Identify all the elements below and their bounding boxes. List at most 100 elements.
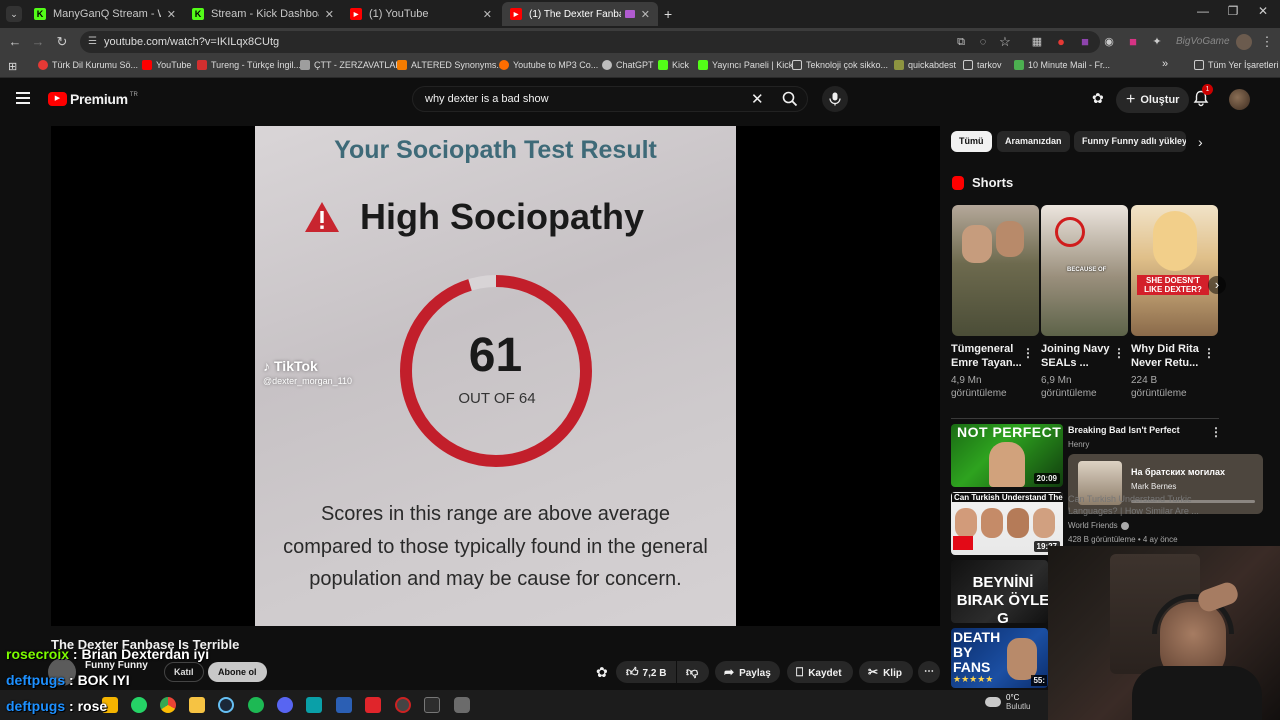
like-button[interactable]: 👍︎ 7,2 B [616, 661, 676, 683]
short-title[interactable]: Tümgeneral Emre Tayan... [951, 342, 1026, 370]
short-title[interactable]: Why Did Rita Never Retu... [1131, 342, 1206, 370]
recommendation-channel[interactable]: World Friends [1068, 521, 1129, 530]
extension-purple-icon[interactable]: ■ [1076, 33, 1094, 51]
bookmark-altered[interactable]: ALTERED Synonyms... [397, 60, 504, 70]
tab-manyganq-stream[interactable]: K ManyGanQ Stream - Watch Live ✕ [26, 2, 184, 26]
folder-icon[interactable] [189, 697, 205, 713]
terminal-icon[interactable] [424, 697, 440, 713]
close-tab-icon[interactable]: ✕ [167, 8, 176, 21]
close-tab-icon[interactable]: ✕ [641, 8, 650, 21]
steam-icon[interactable] [218, 697, 234, 713]
search-button[interactable] [772, 86, 808, 112]
chip-all[interactable]: Tümü [951, 131, 992, 152]
dislike-button[interactable]: 👎︎ [677, 661, 709, 683]
extension-gear-icon[interactable]: ✿ [596, 664, 608, 681]
profile-avatar[interactable] [1236, 34, 1252, 50]
chrome-icon[interactable] [160, 697, 176, 713]
bookmark-teknoloji[interactable]: Teknoloji çok sikko... [792, 60, 888, 70]
short-more-icon[interactable]: ⋮ [1203, 346, 1215, 360]
tab-youtube[interactable]: ▶ (1) YouTube ✕ [342, 2, 500, 26]
subscribe-button[interactable]: Abone ol [208, 662, 267, 682]
youtube-premium-logo[interactable]: ▶ Premium TR [48, 91, 138, 107]
extension-pink-icon[interactable]: ■ [1124, 33, 1142, 51]
short-thumbnail[interactable]: BECAUSE OF [1041, 205, 1128, 336]
extensions-puzzle-icon[interactable]: ✦ [1148, 33, 1166, 51]
join-button[interactable]: Katıl [164, 662, 204, 682]
clip-button[interactable]: ✂ Klip [859, 661, 913, 683]
recommendation-title[interactable]: Breaking Bad Isn't Perfect [1068, 425, 1208, 435]
app-teal-icon[interactable] [306, 697, 322, 713]
chip-from-search[interactable]: Aramanızdan [997, 131, 1070, 152]
bookmark-mp3[interactable]: Youtube to MP3 Co... [499, 60, 598, 70]
short-title[interactable]: Joining Navy SEALs ... [1041, 342, 1116, 370]
minimize-button[interactable]: — [1188, 4, 1218, 18]
create-button[interactable]: + Oluştur [1116, 87, 1190, 113]
new-tab-button[interactable]: + [664, 6, 672, 22]
tab-kick-dashboard[interactable]: K Stream - Kick Dashboard ✕ [184, 2, 342, 26]
clear-search-icon[interactable]: ✕ [751, 90, 764, 108]
share-button[interactable]: ➦ Paylaş [715, 661, 780, 683]
recommendation-channel[interactable]: Henry [1068, 440, 1089, 449]
media-playing-icon[interactable] [624, 10, 635, 18]
bookmarks-overflow-button[interactable]: » [1162, 58, 1168, 70]
recommendation-thumbnail[interactable]: NOT PERFECT 20:09 [951, 424, 1063, 487]
recommendation-thumbnail[interactable]: BEYNİNİ BIRAK ÖYLE G [951, 560, 1048, 623]
back-arrow-icon[interactable]: ← [6, 33, 24, 51]
bookmark-star-icon[interactable]: ☆ [996, 33, 1014, 51]
short-thumbnail[interactable]: SHE DOESN'T LIKE DEXTER? [1131, 205, 1218, 336]
bookmark-quickabdest[interactable]: quickabdest [894, 60, 956, 70]
notifications-button[interactable]: 1 [1193, 84, 1213, 108]
app-circle-icon[interactable] [395, 697, 411, 713]
chip-channel-uploads[interactable]: Funny Funny adlı yükley [1074, 131, 1186, 152]
extension-qr-icon[interactable]: ▦ [1028, 33, 1046, 51]
bookmark-tarkov[interactable]: tarkov [963, 60, 1002, 70]
tab-search-button[interactable]: ⌄ [6, 6, 22, 22]
shorts-next-icon[interactable]: › [1208, 276, 1226, 294]
maximize-button[interactable]: ❐ [1218, 4, 1248, 18]
close-window-button[interactable]: ✕ [1248, 4, 1278, 18]
bookmark-kick[interactable]: Kick [658, 60, 689, 70]
extension-red-icon[interactable]: ● [1052, 33, 1070, 51]
account-avatar[interactable] [1229, 89, 1250, 110]
weather-widget[interactable]: 0°C Bulutlu [985, 693, 1030, 711]
bookmark-kick-panel[interactable]: Yayıncı Paneli | Kick [698, 60, 793, 70]
discord-icon[interactable] [277, 697, 293, 713]
save-button[interactable]: ⎕ Kaydet [787, 661, 853, 683]
recommendation-thumbnail[interactable]: DEATH BY FANS ★★★★★ 55: [951, 628, 1048, 688]
reload-icon[interactable]: ↻ [53, 33, 71, 51]
chips-next-icon[interactable]: › [1198, 134, 1203, 150]
browser-menu-icon[interactable]: ⋮ [1258, 33, 1276, 51]
more-actions-button[interactable]: ⋯ [918, 661, 940, 683]
extension-puzzle-icon[interactable]: ✿ [1092, 90, 1104, 107]
recommendation-title[interactable]: Can Turkish Understand Turkic Languages?… [1068, 493, 1210, 517]
bookmark-ctt[interactable]: ÇTT - ZERZAVATLAR [300, 60, 402, 70]
short-more-icon[interactable]: ⋮ [1022, 346, 1034, 360]
close-tab-icon[interactable]: ✕ [483, 8, 492, 21]
app-blue-icon[interactable] [336, 697, 352, 713]
site-info-icon[interactable]: ☰ [88, 31, 97, 53]
bookmark-tdk[interactable]: Türk Dil Kurumu Sö... [38, 60, 138, 70]
spotify-icon[interactable] [248, 697, 264, 713]
extension-gamepad-icon[interactable]: ◉ [1100, 33, 1118, 51]
acrobat-icon[interactable] [365, 697, 381, 713]
recommendation-more-icon[interactable]: ⋮ [1210, 425, 1222, 439]
all-bookmarks-folder[interactable]: Tüm Yer İşaretleri [1194, 60, 1279, 70]
short-thumbnail[interactable] [952, 205, 1039, 336]
app-gear-icon[interactable] [454, 697, 470, 713]
bookmark-10minutemail[interactable]: 10 Minute Mail - Fr... [1014, 60, 1110, 70]
video-frame[interactable]: Your Sociopath Test Result High Sociopat… [255, 126, 736, 626]
install-app-icon[interactable]: ⧉ [952, 33, 970, 51]
whatsapp-icon[interactable] [131, 697, 147, 713]
search-input[interactable]: why dexter is a bad show [412, 86, 808, 112]
bookmark-chatgpt[interactable]: ChatGPT [602, 60, 654, 70]
apps-grid-icon[interactable]: ⊞ [8, 60, 17, 73]
tracking-protection-icon[interactable]: ◌ [974, 33, 992, 51]
hamburger-menu-icon[interactable] [16, 92, 30, 104]
address-bar[interactable]: ☰ youtube.com/watch?v=IKILqx8CUtg [80, 31, 1100, 53]
recommendation-thumbnail[interactable]: Can Turkish Understand Them? 19:27 [951, 492, 1063, 555]
voice-search-button[interactable] [822, 86, 848, 112]
short-more-icon[interactable]: ⋮ [1113, 346, 1125, 360]
bookmark-tureng[interactable]: Tureng - Türkçe İngil... [197, 60, 301, 70]
close-tab-icon[interactable]: ✕ [325, 8, 334, 21]
forward-arrow-icon[interactable]: → [29, 33, 47, 51]
